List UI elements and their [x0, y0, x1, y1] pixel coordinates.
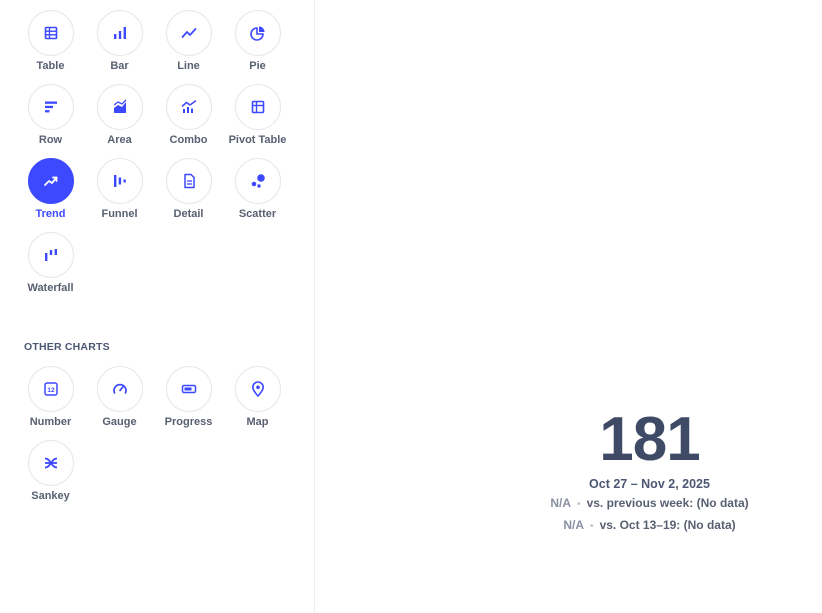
chart-type-label: Pivot Table — [228, 134, 287, 146]
chart-type-label: Number — [29, 416, 72, 428]
chart-type-area[interactable]: Area — [85, 84, 154, 146]
row-chart-icon — [27, 84, 74, 130]
gauge-icon — [96, 366, 143, 412]
other-charts-heading: OTHER CHARTS — [24, 341, 110, 353]
chart-type-scatter[interactable]: Scatter — [223, 158, 292, 220]
chart-type-trend[interactable]: Trend — [16, 158, 85, 220]
chart-type-funnel[interactable]: Funnel — [85, 158, 154, 220]
separator-dot: • — [590, 521, 594, 532]
chart-type-label: Scatter — [238, 208, 277, 220]
separator-dot: • — [577, 499, 581, 510]
trend-date-range: Oct 27 – Nov 2, 2025 — [589, 477, 710, 491]
chart-type-gauge[interactable]: Gauge — [85, 366, 154, 428]
scatter-icon — [234, 158, 281, 204]
chart-type-number[interactable]: 12 Number — [16, 366, 85, 428]
comparison-previous-week: N/A • vs. previous week: (No data) — [316, 496, 822, 510]
pie-chart-icon — [234, 10, 281, 56]
other-chart-type-grid: 12 Number Gauge Progress Map Sankey — [16, 366, 292, 502]
visualization-preview: 181 Oct 27 – Nov 2, 2025 N/A • vs. previou… — [316, 0, 822, 613]
chart-type-progress[interactable]: Progress — [154, 366, 223, 428]
chart-type-row[interactable]: Row — [16, 84, 85, 146]
chart-type-combo[interactable]: Combo — [154, 84, 223, 146]
number-icon: 12 — [27, 366, 74, 412]
chart-type-label: Combo — [169, 134, 208, 146]
chart-type-bar[interactable]: Bar — [85, 10, 154, 72]
svg-text:12: 12 — [47, 387, 55, 394]
chart-type-label: Funnel — [101, 208, 138, 220]
chart-type-line[interactable]: Line — [154, 10, 223, 72]
chart-type-label: Line — [177, 60, 200, 72]
chart-type-label: Table — [36, 60, 65, 72]
line-chart-icon — [165, 10, 212, 56]
trend-value: 181 — [599, 405, 700, 474]
chart-type-pivot[interactable]: Pivot Table — [223, 84, 292, 146]
funnel-icon — [96, 158, 143, 204]
chart-type-label: Area — [107, 134, 132, 146]
chart-type-label: Detail — [173, 208, 204, 220]
visualization-sidebar: Table Bar Line Pie Row Area Combo Pivot Table Tr… — [0, 0, 315, 613]
bar-chart-icon — [96, 10, 143, 56]
chart-type-label: Progress — [164, 416, 213, 428]
chart-type-label: Map — [246, 416, 269, 428]
progress-icon — [165, 366, 212, 412]
trend-icon — [27, 158, 74, 204]
map-pin-icon — [234, 366, 281, 412]
comparison-text: vs. Oct 13–19: (No data) — [599, 518, 736, 532]
chart-type-label: Row — [38, 134, 63, 146]
waterfall-icon — [27, 232, 74, 278]
chart-type-label: Gauge — [102, 416, 137, 428]
pivot-table-icon — [234, 84, 281, 130]
chart-type-table[interactable]: Table — [16, 10, 85, 72]
chart-type-sankey[interactable]: Sankey — [16, 440, 85, 502]
combo-chart-icon — [165, 84, 212, 130]
chart-type-label: Bar — [110, 60, 129, 72]
sankey-icon — [27, 440, 74, 486]
area-chart-icon — [96, 84, 143, 130]
chart-type-map[interactable]: Map — [223, 366, 292, 428]
comparison-change: N/A — [550, 496, 572, 510]
chart-type-label: Waterfall — [27, 282, 74, 294]
comparison-period: N/A • vs. Oct 13–19: (No data) — [316, 518, 822, 532]
chart-type-pie[interactable]: Pie — [223, 10, 292, 72]
comparison-change: N/A — [563, 518, 585, 532]
table-icon — [27, 10, 74, 56]
chart-type-waterfall[interactable]: Waterfall — [16, 232, 85, 294]
chart-type-label: Pie — [249, 60, 266, 72]
chart-type-label: Trend — [35, 208, 66, 220]
chart-type-label: Sankey — [31, 490, 70, 502]
comparison-text: vs. previous week: (No data) — [586, 496, 749, 510]
chart-type-grid: Table Bar Line Pie Row Area Combo Pivot Table Tr… — [16, 10, 292, 294]
detail-icon — [165, 158, 212, 204]
chart-type-detail[interactable]: Detail — [154, 158, 223, 220]
